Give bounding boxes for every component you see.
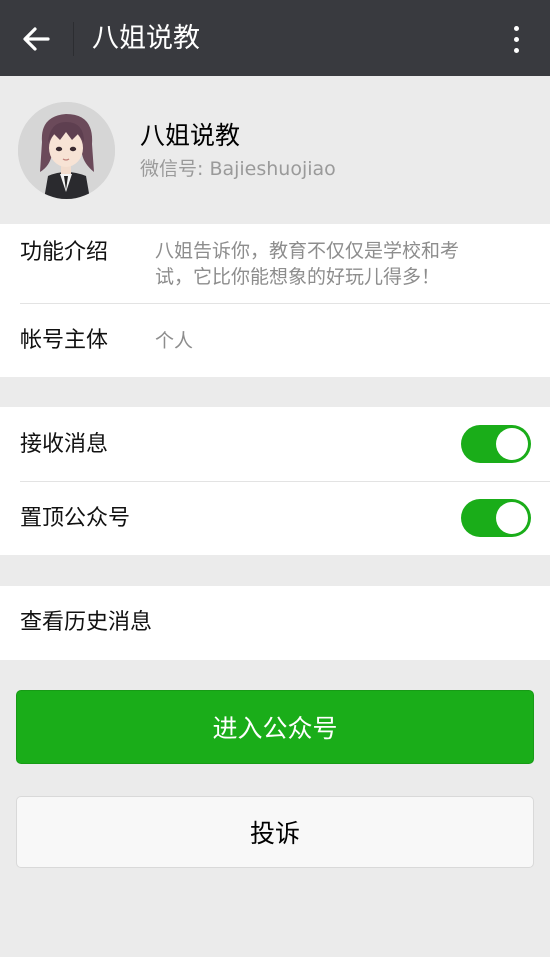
arrow-left-icon bbox=[23, 27, 50, 51]
report-button[interactable]: 投诉 bbox=[16, 796, 534, 868]
more-vertical-icon bbox=[513, 25, 519, 31]
account-owner-row: 帐号主体 个人 bbox=[0, 304, 550, 377]
enter-account-button[interactable]: 进入公众号 bbox=[16, 690, 534, 764]
view-history-label: 查看历史消息 bbox=[20, 610, 153, 635]
function-intro-line2: 试，它比你能想象的好玩儿得多！ bbox=[155, 266, 441, 288]
account-name: 八姐说教 bbox=[140, 121, 241, 150]
receive-messages-toggle[interactable] bbox=[461, 425, 531, 463]
topbar-divider bbox=[73, 22, 74, 56]
account-owner-value: 个人 bbox=[155, 330, 194, 352]
pin-account-toggle[interactable] bbox=[461, 499, 531, 537]
more-button[interactable] bbox=[498, 18, 534, 60]
receive-messages-label: 接收消息 bbox=[20, 432, 109, 457]
avatar[interactable] bbox=[18, 102, 115, 199]
history-card[interactable]: 查看历史消息 bbox=[0, 586, 550, 660]
toggle-knob bbox=[496, 502, 528, 534]
settings-card: 接收消息 置顶公众号 bbox=[0, 407, 550, 555]
page-title: 八姐说教 bbox=[92, 23, 200, 54]
pin-account-label: 置顶公众号 bbox=[20, 506, 131, 531]
profile-header: 八姐说教 微信号: Bajieshuojiao bbox=[0, 76, 550, 224]
back-button[interactable] bbox=[14, 18, 58, 60]
wechat-id: 微信号: Bajieshuojiao bbox=[140, 158, 336, 180]
receive-messages-row[interactable]: 接收消息 bbox=[0, 407, 550, 481]
avatar-illustration bbox=[18, 102, 115, 199]
function-intro-row: 功能介绍 八姐告诉你，教育不仅仅是学校和考 试，它比你能想象的好玩儿得多！ bbox=[0, 224, 550, 304]
info-card: 功能介绍 八姐告诉你，教育不仅仅是学校和考 试，它比你能想象的好玩儿得多！ 帐号… bbox=[0, 224, 550, 377]
top-bar: 八姐说教 bbox=[0, 0, 550, 76]
account-owner-label: 帐号主体 bbox=[20, 328, 109, 353]
toggle-knob bbox=[496, 428, 528, 460]
pin-account-row[interactable]: 置顶公众号 bbox=[0, 481, 550, 555]
function-intro-line1: 八姐告诉你，教育不仅仅是学校和考 bbox=[155, 240, 460, 262]
function-intro-label: 功能介绍 bbox=[20, 240, 109, 265]
